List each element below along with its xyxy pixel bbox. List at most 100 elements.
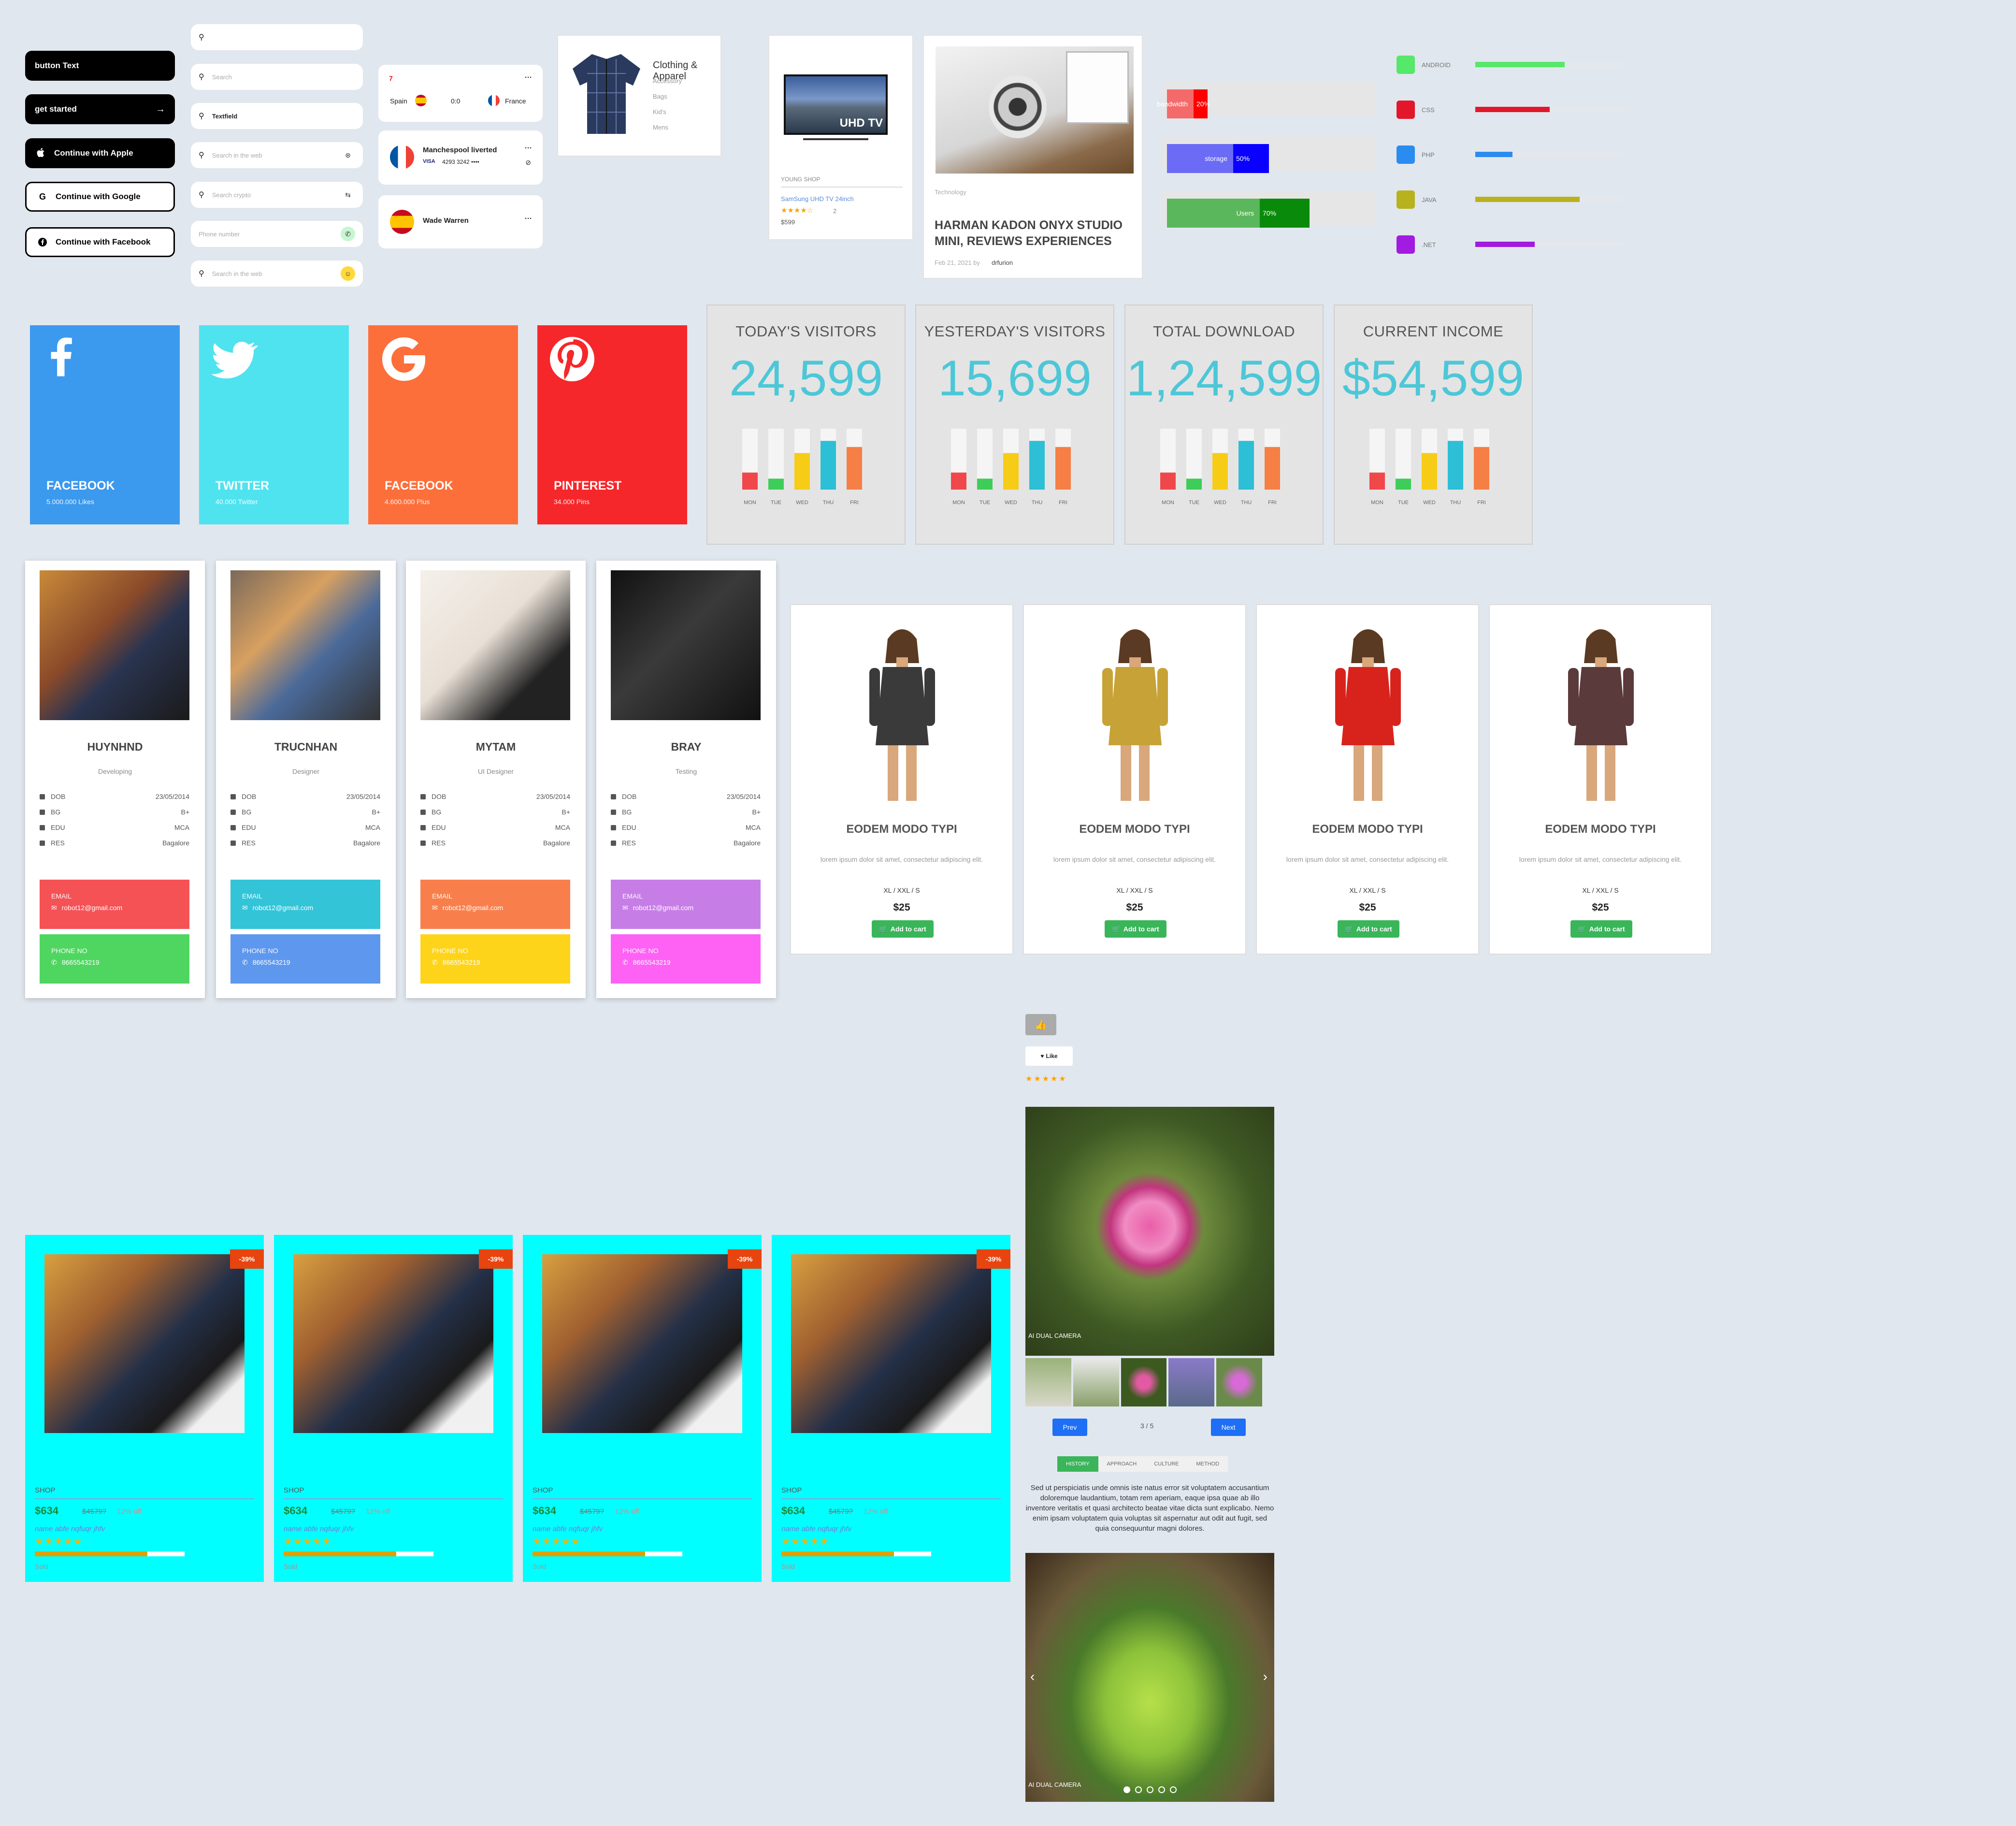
email-box[interactable]: EMAIL ✉ robot12@gmail.com xyxy=(611,880,761,929)
add-to-cart-button[interactable]: 🛒 Add to cart xyxy=(872,920,934,938)
phone-label: PHONE NO xyxy=(432,947,468,955)
carousel-dot[interactable] xyxy=(1158,1786,1165,1793)
product-image xyxy=(293,1254,493,1433)
progress-percent: 20% xyxy=(1196,100,1210,108)
gallery-thumbnail[interactable] xyxy=(1073,1358,1119,1406)
carousel-dot[interactable] xyxy=(1135,1786,1142,1793)
more-icon[interactable]: ··· xyxy=(525,144,532,152)
tab-method[interactable]: METHOD xyxy=(1187,1456,1228,1472)
email-box[interactable]: EMAIL ✉ robot12@gmail.com xyxy=(230,880,380,929)
phone-number-input[interactable]: Phone number ✆ xyxy=(191,221,363,247)
social-tile[interactable]: FACEBOOK 4.600.000 Plus xyxy=(368,325,518,524)
category-card[interactable]: Clothing & Apparel Accessory Bags Kid's … xyxy=(557,35,721,157)
product-name[interactable]: name abfe nqfuqr jhfv xyxy=(284,1525,354,1533)
blog-card[interactable]: Technology HARMAN KADON ONYX STUDIO MINI… xyxy=(923,35,1143,279)
social-tile[interactable]: TWITTER 40.000 Twitter xyxy=(199,325,349,524)
category-link[interactable]: Bags xyxy=(653,93,667,100)
phone-icon[interactable]: ✆ xyxy=(341,227,355,241)
rating-stars[interactable]: ★★★★★ xyxy=(1025,1074,1067,1084)
more-icon[interactable]: ··· xyxy=(525,73,532,82)
product-name[interactable]: name abfe nqfuqr jhfv xyxy=(35,1525,105,1533)
search-input-2[interactable]: ⚲ Search xyxy=(191,64,363,90)
email-box[interactable]: EMAIL ✉ robot12@gmail.com xyxy=(420,880,570,929)
phone-box[interactable]: PHONE NO ✆ 8665543219 xyxy=(40,934,189,984)
social-tile[interactable]: PINTEREST 34.000 Pins xyxy=(537,325,687,524)
prev-button[interactable]: Prev xyxy=(1052,1419,1087,1436)
blog-author[interactable]: drfurion xyxy=(992,259,1013,266)
product-title[interactable]: EODEM MODO TYPI xyxy=(791,823,1012,836)
sold-progress-fill xyxy=(35,1551,147,1556)
email-label: EMAIL xyxy=(51,892,72,900)
add-to-cart-button[interactable]: 🛒 Add to cart xyxy=(1570,920,1632,938)
phone-box[interactable]: PHONE NO ✆ 8665543219 xyxy=(420,934,570,984)
search-web-input-2[interactable]: ⚲ Search in the web ☺ xyxy=(191,261,363,287)
email-box[interactable]: EMAIL ✉ robot12@gmail.com xyxy=(40,880,189,929)
category-link[interactable]: Accessory xyxy=(653,77,682,85)
mail-icon: ✉ xyxy=(432,904,438,912)
phone-text: 8665543219 xyxy=(633,958,671,966)
continue-with-google-button[interactable]: G Continue with Google xyxy=(25,182,175,212)
shop-card[interactable]: -39% SHOP $634 $4579? 12% off name abfe nqfuq… xyxy=(25,1235,264,1582)
product-title[interactable]: EODEM MODO TYPI xyxy=(1257,823,1478,836)
blog-title[interactable]: HARMAN KADON ONYX STUDIO MINI, REVIEWS E… xyxy=(935,217,1133,249)
button-text-button[interactable]: button Text xyxy=(25,51,175,81)
product-title-link[interactable]: SamSung UHD TV 24inch xyxy=(781,195,854,203)
carousel-dot[interactable] xyxy=(1123,1786,1130,1793)
product-title[interactable]: EODEM MODO TYPI xyxy=(1024,823,1245,836)
category-link[interactable]: Kid's xyxy=(653,108,666,116)
progress-label: Users xyxy=(1167,199,1260,228)
contact-card[interactable]: Wade Warren ··· xyxy=(378,195,543,248)
tab-culture[interactable]: CULTURE xyxy=(1145,1456,1188,1472)
get-started-button[interactable]: get started → xyxy=(25,94,175,124)
match-card[interactable]: 7 ··· Spain 0:0 France xyxy=(378,65,543,122)
continue-with-facebook-button[interactable]: Continue with Facebook xyxy=(25,227,175,257)
profile-edu-row: EDU MCA xyxy=(611,824,761,831)
tab-history[interactable]: HISTORY xyxy=(1057,1456,1098,1472)
account-card[interactable]: Manchespool liverted VISA 4293 3242 ••••… xyxy=(378,130,543,185)
settings-icon[interactable]: ⊛ xyxy=(341,148,355,162)
category-link[interactable]: Mens xyxy=(653,124,668,131)
product-name[interactable]: name abfe nqfuqr jhfv xyxy=(781,1525,851,1533)
phone-value: ✆ 8665543219 xyxy=(242,958,369,967)
tab-approach[interactable]: APPROACH xyxy=(1098,1456,1146,1472)
product-card: EODEM MODO TYPI lorem ipsum dolor sit ame… xyxy=(1023,604,1246,955)
blog-category[interactable]: Technology xyxy=(935,188,966,196)
email-value: ✉ robot12@gmail.com xyxy=(51,904,178,912)
product-name[interactable]: name abfe nqfuqr jhfv xyxy=(533,1525,603,1533)
chevron-left-icon[interactable]: ‹ xyxy=(1030,1669,1035,1684)
product-title[interactable]: EODEM MODO TYPI xyxy=(1490,823,1711,836)
phone-box[interactable]: PHONE NO ✆ 8665543219 xyxy=(230,934,380,984)
search-crypto-input[interactable]: ⚲ Search crypto ⇆ xyxy=(191,182,363,208)
search-input[interactable]: ⚲ xyxy=(191,24,363,50)
add-to-cart-button[interactable]: 🛒 Add to cart xyxy=(1338,920,1399,938)
chevron-right-icon[interactable]: › xyxy=(1263,1669,1267,1684)
shop-card[interactable]: -39% SHOP $634 $4579? 12% off name abfe nqfuq… xyxy=(523,1235,762,1582)
social-tile[interactable]: FACEBOOK 5.000.000 Likes xyxy=(30,325,180,524)
stat-title: TOTAL DOWNLOAD xyxy=(1152,323,1296,340)
bar xyxy=(1186,478,1202,490)
add-to-cart-button[interactable]: 🛒 Add to cart xyxy=(1105,920,1166,938)
profile-bg-row: BG B+ xyxy=(611,808,761,816)
thumbs-up-button[interactable]: 👍 xyxy=(1025,1014,1056,1035)
gallery-thumbnail[interactable] xyxy=(1216,1358,1262,1406)
tv-product-card[interactable]: UHD TV YOUNG SHOP SamSung UHD TV 24inch … xyxy=(768,35,913,240)
search-web-input[interactable]: ⚲ Search in the web ⊛ xyxy=(191,142,363,168)
next-button[interactable]: Next xyxy=(1211,1419,1246,1436)
carousel-dot[interactable] xyxy=(1169,1786,1177,1793)
textfield-input[interactable]: ⚲ Textfield xyxy=(191,103,363,129)
eye-off-icon[interactable]: ⊘ xyxy=(525,159,531,167)
shop-card[interactable]: -39% SHOP $634 $4579? 12% off name abfe nqfuq… xyxy=(274,1235,513,1582)
more-icon[interactable]: ··· xyxy=(525,215,532,223)
continue-with-apple-button[interactable]: Continue with Apple xyxy=(25,138,175,168)
shop-card[interactable]: -39% SHOP $634 $4579? 12% off name abfe nqfuq… xyxy=(772,1235,1010,1582)
gallery-thumbnail[interactable] xyxy=(1168,1358,1215,1406)
like-button[interactable]: ♥ Like xyxy=(1025,1046,1073,1066)
filter-icon[interactable]: ⇆ xyxy=(341,188,355,202)
phone-box[interactable]: PHONE NO ✆ 8665543219 xyxy=(611,934,761,984)
phone-label: PHONE NO xyxy=(51,947,87,955)
emoji-icon[interactable]: ☺ xyxy=(341,266,355,281)
gallery-thumbnail[interactable] xyxy=(1025,1358,1071,1406)
gallery-thumbnail[interactable] xyxy=(1121,1358,1167,1406)
carousel-dot[interactable] xyxy=(1146,1786,1153,1793)
email-text: robot12@gmail.com xyxy=(61,904,123,912)
